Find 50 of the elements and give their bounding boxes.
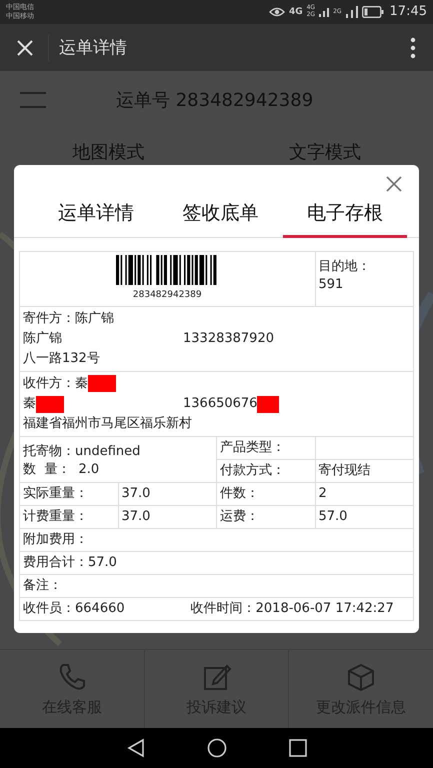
more-icon[interactable] [410, 36, 416, 59]
field-value: 寄付现结 [318, 463, 370, 478]
redaction-block [257, 396, 280, 412]
field-label: 实际重量： [23, 486, 88, 501]
sender-address: 八一路132号 [23, 351, 100, 366]
field-label: 件数： [220, 486, 259, 501]
extra-fee-text: 附加费用： [23, 532, 88, 547]
network-label: 4G [288, 8, 303, 15]
dialog-tab[interactable]: 签收底单 [158, 165, 283, 238]
back-icon[interactable] [126, 738, 144, 758]
dialog-tab[interactable]: 运单详情 [34, 165, 158, 238]
field-label: 计费重量： [23, 509, 88, 524]
barcode-number: 283482942389 [132, 290, 202, 300]
total-fee-text: 费用合计：57.0 [23, 555, 117, 570]
signal-icon [319, 6, 330, 17]
box-icon [346, 662, 376, 692]
redaction-block [36, 396, 64, 412]
eye-icon [268, 6, 285, 18]
remark-text: 备注： [23, 578, 62, 593]
redaction-block [88, 374, 116, 392]
field-label: 付款方式： [220, 463, 285, 478]
receiver-phone: 136650676 [183, 395, 258, 413]
sender-heading: 寄件方：陈广锦 [23, 311, 114, 326]
signal-icon [346, 6, 358, 18]
mode-tab[interactable]: 文字模式 [288, 140, 361, 164]
header-title: 运单详情 [59, 37, 128, 60]
goods-text: 托寄物：undefined [23, 444, 140, 459]
receiver-address: 福建省福州市马尾区福乐新村 [23, 416, 192, 431]
destination-text: 目的地： 591 [318, 259, 370, 292]
close-icon[interactable] [386, 176, 402, 192]
field-label: 运费： [220, 509, 259, 524]
field-value: 57.0 [318, 509, 348, 524]
receiver-heading: 收件方：秦 [23, 376, 88, 391]
field-label: 产品类型： [220, 440, 285, 455]
sender-name: 陈广锦 [23, 330, 63, 348]
waybill-title: 运单号 283482942389 [116, 89, 314, 112]
field-value: 37.0 [122, 486, 150, 501]
recents-icon[interactable] [288, 739, 306, 758]
field-value: 37.0 [122, 509, 150, 524]
collect-time-text: 收件时间：2018-06-07 17:42:27 [190, 601, 394, 616]
quantity-text: 数 量： 2.0 [23, 462, 100, 477]
home-icon[interactable] [206, 738, 226, 758]
clock-time: 17:45 [390, 4, 427, 20]
battery-icon [362, 6, 384, 18]
receiver-name: 秦 [23, 395, 36, 413]
dialog-tab[interactable]: 电子存根 [282, 165, 407, 238]
mode-tab[interactable]: 地图模式 [72, 140, 144, 164]
field-value: 2 [318, 486, 327, 501]
collector-text: 收件员：664660 [23, 601, 125, 616]
sender-phone: 13328387920 [183, 330, 274, 348]
